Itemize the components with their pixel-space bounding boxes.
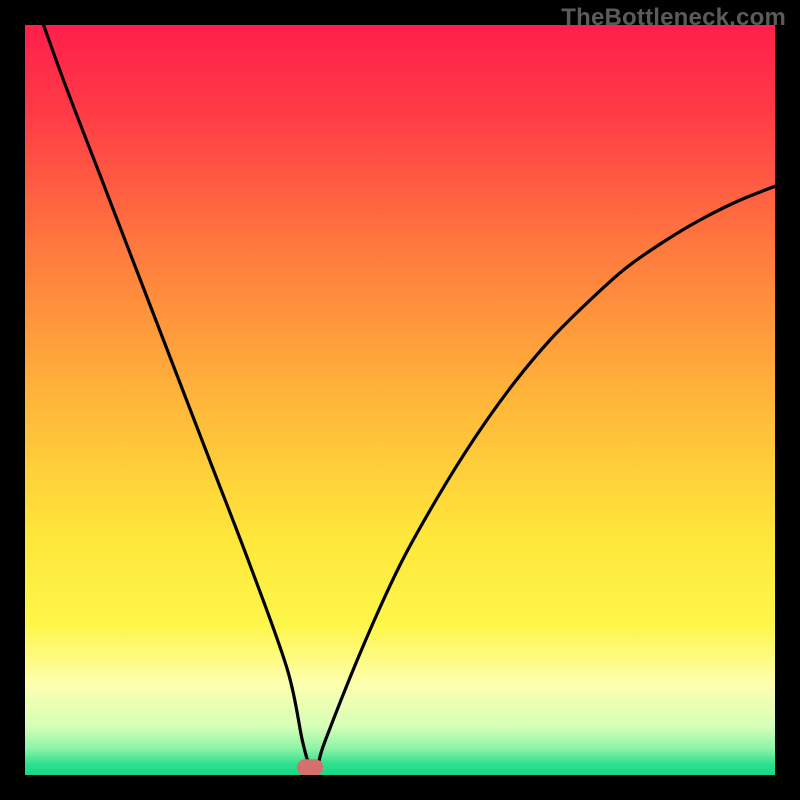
bottleneck-chart [25,25,775,775]
optimum-marker [297,759,323,775]
plot-area [25,25,775,775]
gradient-background [25,25,775,775]
watermark-text: TheBottleneck.com [561,4,786,32]
chart-frame: TheBottleneck.com [0,0,800,800]
